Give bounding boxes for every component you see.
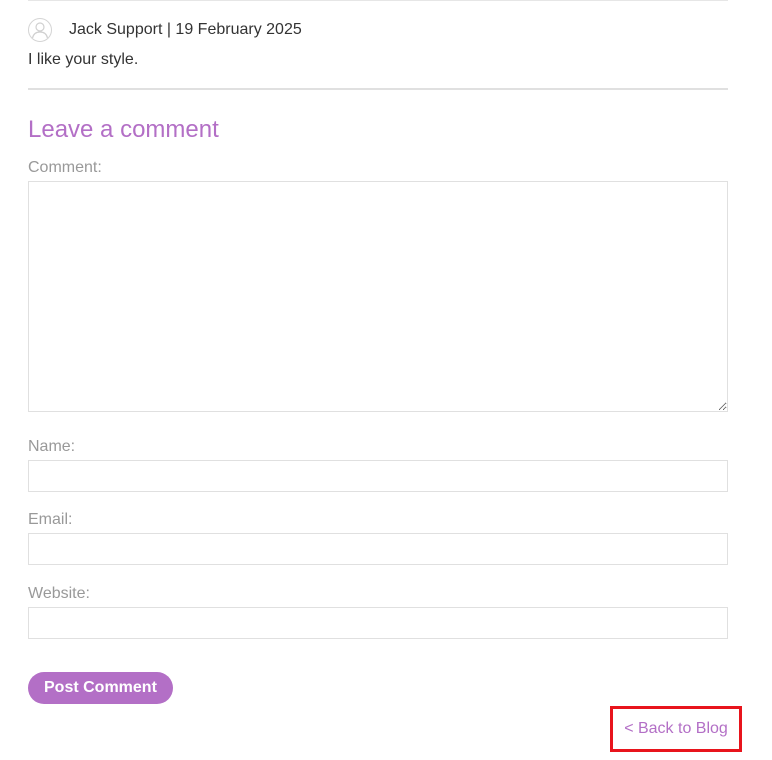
top-divider xyxy=(28,0,728,1)
comment-label: Comment: xyxy=(28,159,102,176)
leave-comment-heading: Leave a comment xyxy=(28,116,219,143)
section-divider xyxy=(28,88,728,90)
post-comment-button[interactable]: Post Comment xyxy=(28,672,173,704)
comment-text: I like your style. xyxy=(28,51,139,68)
back-to-blog-highlight: < Back to Blog xyxy=(610,706,742,752)
name-label: Name: xyxy=(28,438,76,455)
name-input[interactable] xyxy=(28,460,728,492)
website-input[interactable] xyxy=(28,607,728,639)
comment-textarea[interactable] xyxy=(28,181,728,412)
back-to-blog-link[interactable]: < Back to Blog xyxy=(624,720,728,738)
website-label: Website: xyxy=(28,585,90,602)
email-label: Email: xyxy=(28,511,73,528)
comment-header: Jack Support | 19 February 2025 xyxy=(28,17,302,43)
user-avatar-icon xyxy=(28,18,52,42)
comment-author-meta: Jack Support | 19 February 2025 xyxy=(69,21,302,38)
email-input[interactable] xyxy=(28,533,728,565)
